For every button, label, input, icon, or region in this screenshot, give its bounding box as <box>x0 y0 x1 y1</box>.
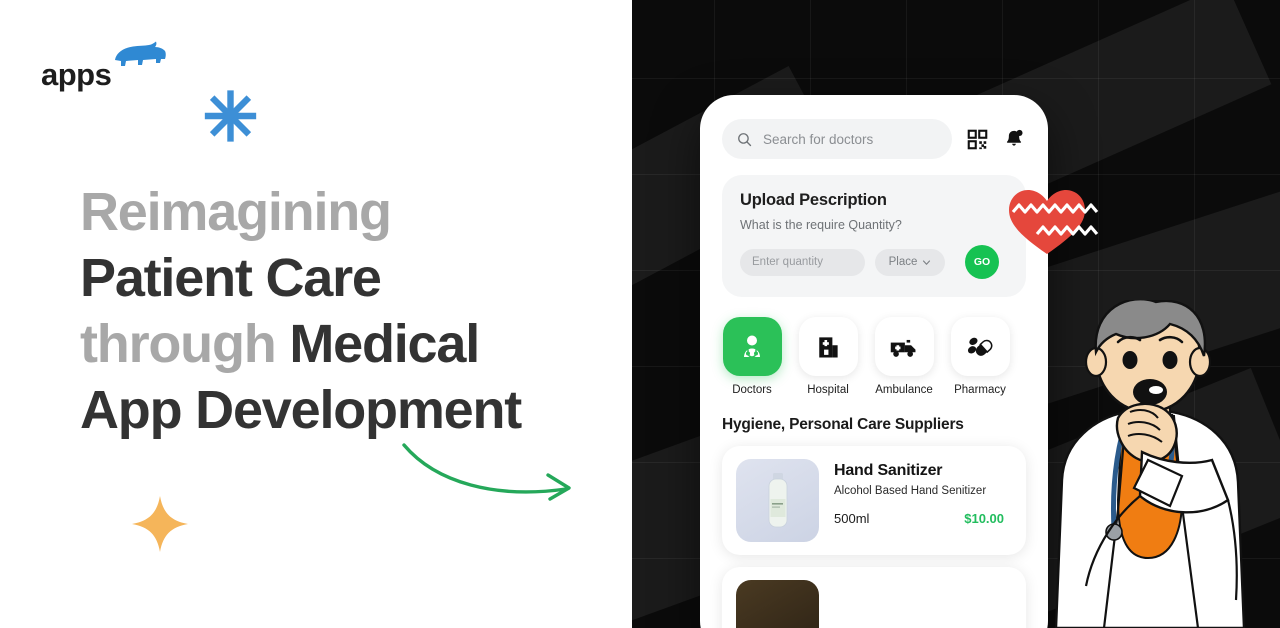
go-button[interactable]: GO <box>965 245 999 279</box>
search-input[interactable]: Search for doctors <box>722 119 952 159</box>
page-title: Reimagining Patient Care through Medical… <box>80 180 610 444</box>
upload-card-title: Upload Pescription <box>740 191 887 209</box>
category-label: Hospital <box>807 384 849 396</box>
asterisk-star-icon <box>204 90 257 142</box>
category-item-pharmacy[interactable]: Pharmacy <box>950 317 1010 396</box>
category-item-doctors[interactable]: Doctors <box>722 317 782 396</box>
headline-line-4: App Development <box>80 379 522 440</box>
curved-arrow-icon <box>402 443 571 501</box>
brand-logo[interactable]: apps <box>41 40 166 92</box>
pills-icon <box>950 317 1010 376</box>
quantity-input[interactable]: Enter quantity <box>740 248 865 276</box>
brand-name: apps <box>41 57 112 92</box>
product-description: Alcohol Based Hand Senitizer <box>834 485 987 497</box>
category-item-hospital[interactable]: Hospital <box>798 317 858 396</box>
rhino-icon <box>115 41 166 66</box>
product-thumbnail <box>736 459 819 542</box>
search-placeholder: Search for doctors <box>763 131 874 147</box>
product-size: 500ml <box>834 511 870 526</box>
chevron-down-icon <box>923 259 931 265</box>
upload-prescription-card: Upload Pescription What is the require Q… <box>722 175 1026 297</box>
app-screen: Search for doctors Upload Pescription Wh… <box>700 95 1048 628</box>
headline-line-1: Reimagining <box>80 182 392 242</box>
search-icon <box>738 132 752 146</box>
ambulance-icon <box>874 317 934 376</box>
product-thumbnail <box>736 580 819 628</box>
category-item-ambulance[interactable]: Ambulance <box>874 317 934 396</box>
upload-card-form: Enter quantity Place GO <box>740 245 1008 279</box>
product-details: Hand Sanitizer Alcohol Based Hand Seniti… <box>834 459 1012 542</box>
headline-line-3-bold: Medical <box>289 313 480 374</box>
product-card[interactable]: Hand Sanitizer Alcohol Based Hand Seniti… <box>722 446 1026 555</box>
quantity-placeholder: Enter quantity <box>752 256 823 268</box>
left-content-panel: apps Reimagining Patient Care through Me… <box>0 0 632 628</box>
category-label: Doctors <box>732 384 772 396</box>
product-card[interactable] <box>722 567 1026 628</box>
sparkle-icon <box>132 496 188 552</box>
section-title: Hygiene, Personal Care Suppliers <box>722 416 964 433</box>
heartbeat-heart-icon <box>1009 190 1099 254</box>
place-select-label: Place <box>888 256 918 268</box>
headline-line-3-muted: through <box>80 313 290 374</box>
product-price: $10.00 <box>964 511 1004 526</box>
headline-line-2: Patient Care <box>80 247 382 308</box>
category-label: Pharmacy <box>954 384 1006 396</box>
phone-mockup: Search for doctors Upload Pescription Wh… <box>700 95 1048 628</box>
doctor-icon <box>722 317 782 376</box>
product-name: Hand Sanitizer <box>834 462 943 479</box>
upload-card-subtitle: What is the require Quantity? <box>740 218 902 232</box>
hero-banner: apps Reimagining Patient Care through Me… <box>0 0 1280 628</box>
right-visual-panel: Search for doctors Upload Pescription Wh… <box>632 0 1280 628</box>
headline-line-3: through Medical <box>80 312 610 378</box>
app-topbar: Search for doctors <box>722 119 1026 159</box>
hospital-icon <box>798 317 858 376</box>
place-select[interactable]: Place <box>875 248 945 276</box>
product-meta: 500ml $10.00 <box>834 511 1012 526</box>
thinking-doctor-illustration <box>1054 300 1246 628</box>
category-label: Ambulance <box>875 384 933 396</box>
category-list: Doctors Hospital Ambulance Pharmacy <box>722 317 1026 396</box>
qr-scan-icon[interactable] <box>965 127 989 151</box>
notification-bell-icon[interactable] <box>1002 127 1026 151</box>
